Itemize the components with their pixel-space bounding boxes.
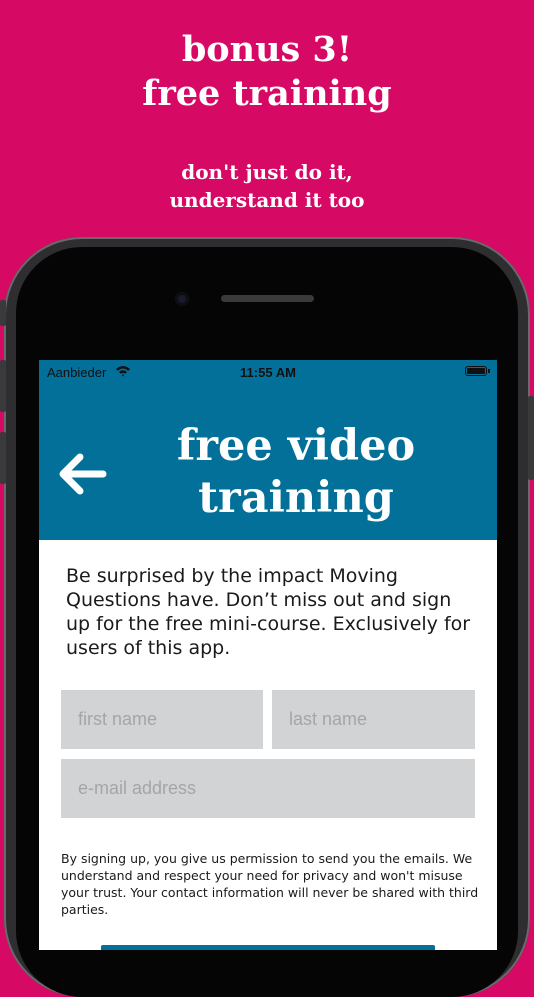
battery-tip	[488, 369, 490, 373]
earpiece-speaker	[221, 295, 314, 302]
battery-icon	[465, 366, 487, 376]
email-input[interactable]	[61, 759, 475, 818]
mute-switch	[0, 300, 6, 326]
volume-down-button	[0, 432, 6, 484]
promo-title-line-2: free training	[142, 73, 392, 114]
volume-up-button	[0, 360, 6, 412]
submit-button[interactable]	[101, 945, 435, 950]
status-time: 11:55 AM	[240, 365, 296, 380]
consent-text: By signing up, you give us permission to…	[61, 851, 479, 917]
last-name-input[interactable]	[272, 690, 475, 749]
status-bar: Aanbieder 11:55 AM	[39, 360, 497, 384]
page-title-line-2: training	[198, 473, 394, 523]
promo-subtitle-line-2: understand it too	[169, 188, 365, 212]
intro-text: Be surprised by the impact Moving Questi…	[66, 565, 471, 659]
promo-title: bonus 3! free training	[0, 28, 534, 116]
promo-subtitle-line-1: don't just do it,	[181, 160, 353, 184]
arrow-left-icon	[59, 453, 107, 495]
power-button	[528, 396, 534, 480]
promo-title-line-1: bonus 3!	[181, 29, 353, 70]
app-header: Aanbieder 11:55 AM free video training	[39, 360, 497, 540]
front-camera	[175, 292, 189, 306]
page-title: free video training	[117, 420, 475, 524]
promo-subtitle: don't just do it, understand it too	[0, 158, 534, 214]
back-button[interactable]	[53, 448, 113, 498]
app-screen: Aanbieder 11:55 AM free video training B…	[39, 360, 497, 950]
page-title-line-1: free video	[176, 421, 416, 471]
first-name-input[interactable]	[61, 690, 263, 749]
